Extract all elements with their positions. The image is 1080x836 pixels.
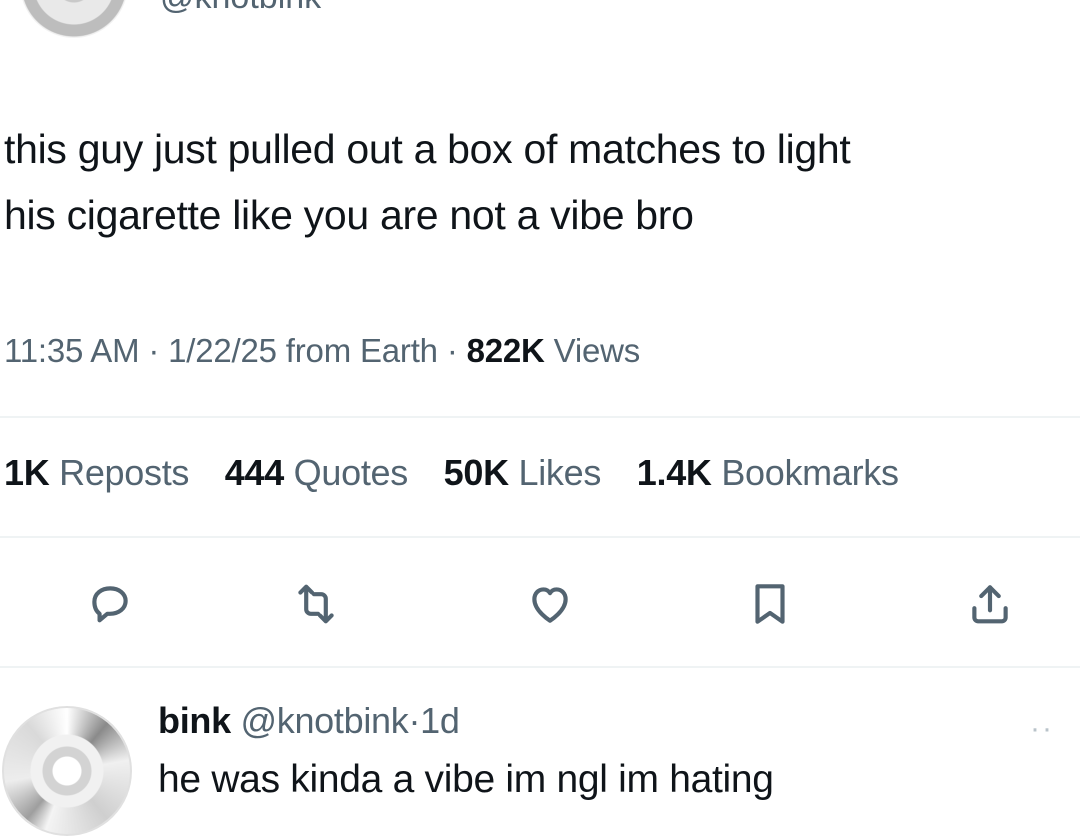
top-author-handle[interactable]: @knotbink (160, 0, 321, 17)
divider (0, 536, 1080, 538)
tweet-text: this guy just pulled out a box of matche… (4, 116, 1074, 248)
views-label: Views (553, 332, 641, 369)
tweet-text-line-1: this guy just pulled out a box of matche… (4, 126, 851, 172)
reply-header: bink @knotbink·1d (158, 700, 460, 742)
share-icon (972, 585, 1008, 624)
like-button[interactable] (518, 572, 582, 636)
tweet-time[interactable]: 11:35 AM (4, 332, 140, 369)
divider (0, 416, 1080, 418)
likes-stat[interactable]: 50K Likes (443, 452, 602, 493)
quotes-stat[interactable]: 444 Quotes (225, 452, 408, 493)
quotes-count: 444 (224, 452, 284, 493)
reply-age[interactable]: 1d (420, 700, 460, 741)
tweet-meta: 11:35 AM · 1/22/25 from Earth · 822K Vie… (4, 332, 640, 370)
reply-button[interactable] (78, 572, 142, 636)
reply-author-handle[interactable]: @knotbink (241, 700, 409, 741)
bookmarks-count: 1.4K (636, 452, 712, 493)
tweet-text-line-2: his cigarette like you are not a vibe br… (4, 192, 694, 238)
engagement-stats: 1K Reposts 444 Quotes 50K Likes 1.4K Boo… (4, 452, 925, 494)
views-count: 822K (466, 332, 545, 369)
tweet-source: from Earth (285, 332, 438, 369)
bookmark-icon (755, 584, 785, 624)
more-options-icon[interactable]: ·· (1030, 712, 1054, 746)
meta-separator: · (148, 332, 160, 369)
tweet-date[interactable]: 1/22/25 (168, 332, 277, 369)
bookmarks-label: Bookmarks (721, 452, 899, 493)
reply-text: he was kinda a vibe im ngl im hating (158, 758, 774, 801)
meta-separator: · (446, 332, 458, 369)
like-icon (532, 587, 568, 623)
bookmark-button[interactable] (738, 572, 802, 636)
share-button[interactable] (958, 572, 1022, 636)
reply-icon (92, 586, 128, 623)
reply-author-name[interactable]: bink (158, 700, 231, 741)
top-author-avatar[interactable] (20, 0, 128, 38)
reposts-label: Reposts (59, 452, 190, 493)
reposts-count: 1K (4, 452, 50, 493)
quotes-label: Quotes (293, 452, 409, 493)
divider (0, 666, 1080, 668)
likes-label: Likes (518, 452, 602, 493)
reply-separator: · (408, 700, 421, 741)
reply-avatar[interactable] (2, 706, 132, 836)
likes-count: 50K (443, 452, 509, 493)
action-bar (0, 572, 1080, 642)
repost-icon (298, 584, 334, 624)
bookmarks-stat[interactable]: 1.4K Bookmarks (637, 452, 899, 493)
repost-button[interactable] (284, 572, 348, 636)
reposts-stat[interactable]: 1K Reposts (4, 452, 189, 493)
